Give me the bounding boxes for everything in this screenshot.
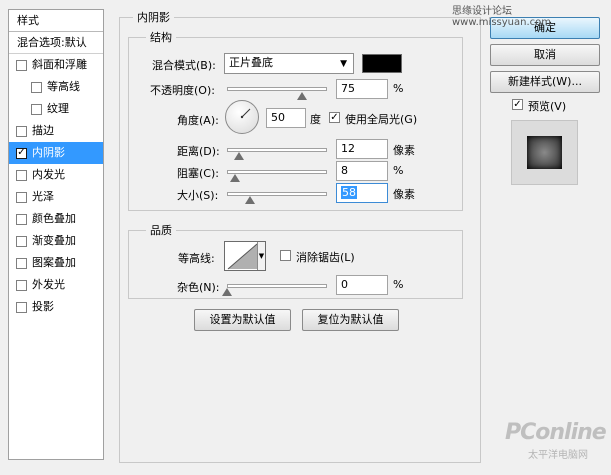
new-style-button[interactable]: 新建样式(W)... xyxy=(490,71,600,93)
angle-input[interactable]: 50 xyxy=(266,108,306,128)
global-light-checkbox[interactable]: ✓ xyxy=(329,112,340,123)
noise-input[interactable]: 0 xyxy=(336,275,388,295)
contour-label: 等高线: xyxy=(178,252,215,265)
distance-input[interactable]: 12 xyxy=(336,139,388,159)
styles-list: 样式 混合选项:默认 斜面和浮雕等高线纹理描边 ✓ 内阴影内发光光泽颜色叠加渐变叠加… xyxy=(8,9,104,460)
style-item-checkbox[interactable] xyxy=(16,191,27,203)
style-item-checkbox[interactable] xyxy=(16,301,27,313)
style-item[interactable]: 等高线 xyxy=(9,76,103,98)
style-item[interactable]: 投影 xyxy=(9,296,103,318)
antialias-label: 消除锯齿(L) xyxy=(296,251,355,264)
style-item[interactable]: 图案叠加 xyxy=(9,252,103,274)
noise-slider-handle[interactable] xyxy=(222,288,232,296)
style-item-checkbox[interactable] xyxy=(31,103,42,115)
style-item-checkbox[interactable] xyxy=(16,213,27,225)
style-item-checkbox[interactable] xyxy=(31,81,42,93)
pconline-subtitle: 太平洋电脑网 xyxy=(528,450,588,461)
style-item-label: 纹理 xyxy=(47,102,69,115)
style-item-label: 外发光 xyxy=(32,278,65,291)
structure-title: 结构 xyxy=(146,29,176,45)
blend-mode-select[interactable]: 正片叠底 ▼ xyxy=(224,53,354,74)
style-item-label: 投影 xyxy=(32,300,54,313)
style-item[interactable]: 渐变叠加 xyxy=(9,230,103,252)
style-item-label: 斜面和浮雕 xyxy=(32,58,87,71)
style-item-label: 光泽 xyxy=(32,190,54,203)
styles-header: 样式 xyxy=(9,10,103,32)
style-item-checkbox[interactable] xyxy=(16,257,27,269)
preview-square xyxy=(527,136,562,169)
style-item[interactable]: 纹理 xyxy=(9,98,103,120)
style-item-label: 内发光 xyxy=(32,168,65,181)
check-icon: ✓ xyxy=(330,111,339,123)
check-icon: ✓ xyxy=(513,98,522,110)
size-input-selection: 58 xyxy=(341,186,357,199)
size-slider-track[interactable] xyxy=(227,192,327,196)
choke-slider-handle[interactable] xyxy=(230,174,240,182)
style-item-checkbox[interactable] xyxy=(16,279,27,291)
cancel-button[interactable]: 取消 xyxy=(490,44,600,66)
blend-color-swatch[interactable] xyxy=(362,54,402,73)
style-item[interactable]: 内发光 xyxy=(9,164,103,186)
angle-needle-icon xyxy=(240,108,251,119)
style-item-label: 内阴影 xyxy=(32,146,65,159)
angle-label: 角度(A): xyxy=(177,114,219,127)
distance-unit: 像素 xyxy=(393,144,415,157)
reset-default-button[interactable]: 复位为默认值 xyxy=(302,309,399,331)
style-item[interactable]: 外发光 xyxy=(9,274,103,296)
opacity-slider-track[interactable] xyxy=(227,87,327,91)
style-item-checkbox[interactable] xyxy=(16,125,27,137)
style-item-checkbox[interactable] xyxy=(16,235,27,247)
style-item-label: 渐变叠加 xyxy=(32,234,76,247)
distance-label: 距离(D): xyxy=(177,145,220,158)
inner-shadow-title: 内阴影 xyxy=(133,9,174,25)
size-label: 大小(S): xyxy=(177,189,219,202)
contour-linear-icon xyxy=(227,243,258,270)
style-item-label: 描边 xyxy=(32,124,54,137)
choke-input[interactable]: 8 xyxy=(336,161,388,181)
style-item-label: 等高线 xyxy=(47,80,80,93)
size-slider-handle[interactable] xyxy=(245,196,255,204)
opacity-input[interactable]: 75 xyxy=(336,79,388,99)
watermark-text: 思缘设计论坛 www.missyuan.com xyxy=(452,6,551,28)
style-item[interactable]: 斜面和浮雕 xyxy=(9,54,103,76)
pconline-logo: PConline xyxy=(505,420,607,445)
noise-label: 杂色(N): xyxy=(177,281,220,294)
opacity-label: 不透明度(O): xyxy=(150,84,215,97)
style-item[interactable]: 描边 xyxy=(9,120,103,142)
choke-label: 阻塞(C): xyxy=(177,167,219,180)
style-item[interactable]: 光泽 xyxy=(9,186,103,208)
distance-slider-handle[interactable] xyxy=(234,152,244,160)
opacity-unit: % xyxy=(393,82,404,95)
blend-mode-value: 正片叠底 xyxy=(229,56,273,69)
style-item-checkbox[interactable] xyxy=(16,59,27,71)
contour-picker[interactable]: ▼ xyxy=(224,241,266,271)
quality-title: 品质 xyxy=(146,222,176,238)
style-item[interactable]: 颜色叠加 xyxy=(9,208,103,230)
style-item-checkbox[interactable] xyxy=(16,169,27,181)
global-light-label: 使用全局光(G) xyxy=(345,113,418,126)
chevron-down-icon[interactable]: ▼ xyxy=(257,242,265,270)
preview-checkbox[interactable]: ✓ xyxy=(512,99,523,110)
style-item-label: 颜色叠加 xyxy=(32,212,76,225)
make-default-button[interactable]: 设置为默认值 xyxy=(194,309,291,331)
style-preview-thumbnail xyxy=(511,120,578,185)
chevron-down-icon: ▼ xyxy=(340,59,347,69)
choke-unit: % xyxy=(393,164,404,177)
noise-slider-track[interactable] xyxy=(227,284,327,288)
style-item[interactable]: ✓ 内阴影 xyxy=(9,142,103,164)
opacity-slider-handle[interactable] xyxy=(297,92,307,100)
choke-slider-track[interactable] xyxy=(227,170,327,174)
antialias-checkbox[interactable] xyxy=(280,250,291,261)
blending-options-item[interactable]: 混合选项:默认 xyxy=(9,32,103,54)
style-item-label: 图案叠加 xyxy=(32,256,76,269)
size-input[interactable]: 58 xyxy=(336,183,388,203)
angle-dial[interactable] xyxy=(225,100,259,134)
noise-unit: % xyxy=(393,278,404,291)
preview-label: 预览(V) xyxy=(528,100,567,113)
angle-unit: 度 xyxy=(310,113,321,126)
style-item-checkbox[interactable]: ✓ xyxy=(16,147,27,159)
size-unit: 像素 xyxy=(393,188,415,201)
blend-mode-label: 混合模式(B): xyxy=(152,59,216,72)
